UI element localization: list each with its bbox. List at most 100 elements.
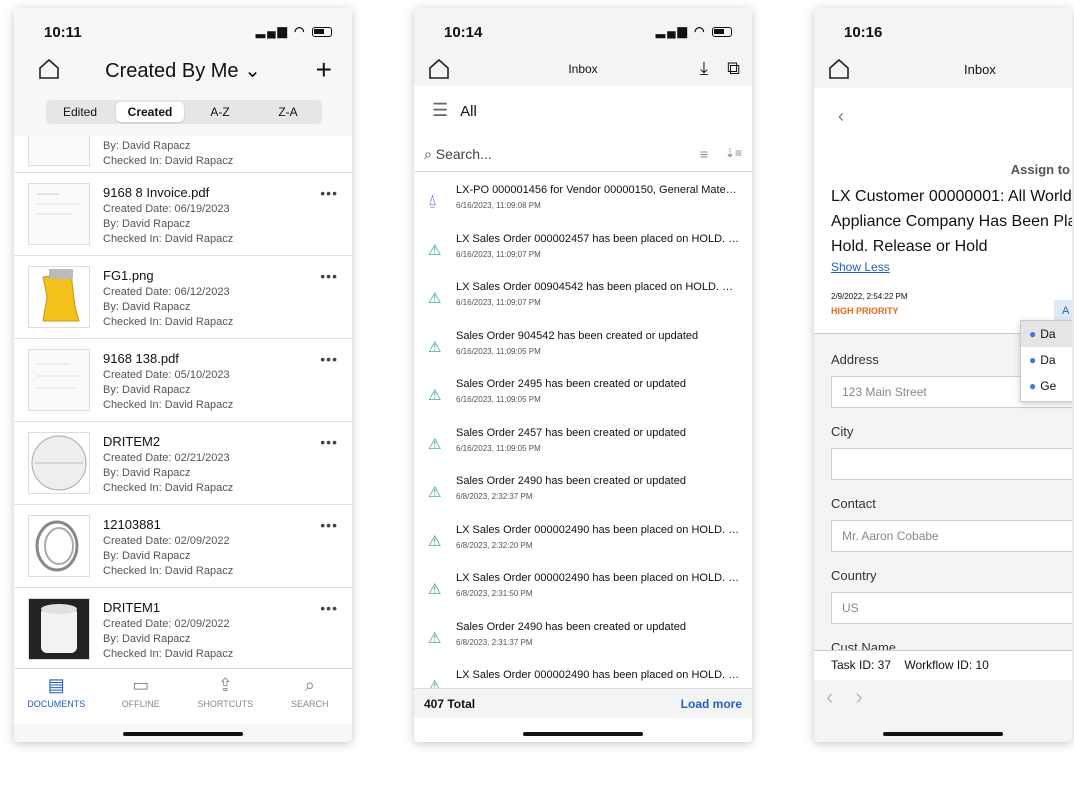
- document-thumbnail: [28, 266, 90, 328]
- search-bar[interactable]: ⌕ Search... ≡ ⇣≡: [414, 142, 752, 172]
- country-field[interactable]: US: [831, 592, 1072, 624]
- document-thumbnail: [28, 136, 90, 166]
- inbox-item-date: 6/16/2023, 11:09:08 PM: [456, 201, 541, 210]
- search-icon: ⌕: [424, 146, 432, 162]
- list-item[interactable]: 9168 138.pdf Created Date: 05/10/2023 By:…: [14, 339, 352, 422]
- dropdown-option[interactable]: ● Da: [1021, 347, 1072, 373]
- tab-label: SEARCH: [290, 699, 329, 709]
- option-label: Ge: [1040, 379, 1057, 393]
- back-icon[interactable]: ‹: [838, 106, 844, 127]
- document-thumbnail: [28, 515, 90, 577]
- inbox-list[interactable]: ⍙ LX-PO 000001456 for Vendor 00000150, Ge…: [414, 176, 752, 688]
- inbox-item[interactable]: ⚠ Sales Order 2495 has been created or up…: [414, 370, 752, 419]
- inbox-body: ☰ All ⌕ Search... ≡ ⇣≡ ⍙ LX-PO 000001456 f…: [414, 86, 752, 742]
- segment-a-z[interactable]: A-Z: [186, 100, 254, 124]
- inbox-item[interactable]: ⚠ Sales Order 904542 has been created or …: [414, 322, 752, 371]
- page-title[interactable]: Created By Me ⌄: [14, 58, 352, 83]
- document-name: DRITEM2: [103, 434, 161, 449]
- city-field[interactable]: [831, 448, 1072, 480]
- inbox-item[interactable]: ⚠ LX Sales Order 000002457 has been place…: [414, 225, 752, 274]
- dropdown-option[interactable]: ● Da: [1021, 321, 1072, 347]
- more-icon[interactable]: •••: [320, 600, 338, 616]
- list-item[interactable]: By: David Rapacz Checked In: David Rapac…: [14, 136, 352, 173]
- task-subject: LX Customer 00000001: All World Applianc…: [831, 184, 1072, 259]
- tab-offline[interactable]: ▭ OFFLINE: [99, 669, 184, 724]
- list-item[interactable]: FG1.png Created Date: 06/12/2023 By: Davi…: [14, 256, 352, 339]
- sort-icon[interactable]: ⇣≡: [725, 146, 742, 160]
- segment-created[interactable]: Created: [116, 102, 184, 122]
- task-summary: ‹ Assign to LX Customer 00000001: All Wo…: [814, 88, 1072, 334]
- warning-icon: ⚠: [428, 338, 442, 356]
- list-item[interactable]: DRITEM1 Created Date: 02/09/2022 By: Davi…: [14, 588, 352, 668]
- tab-search[interactable]: ⌕ SEARCH: [268, 669, 353, 724]
- document-thumbnail: [28, 598, 90, 660]
- document-created: Created Date: 02/21/2023: [103, 452, 230, 464]
- warning-icon: ⚠: [428, 290, 442, 307]
- more-icon[interactable]: •••: [320, 185, 338, 201]
- search-placeholder: Search...: [435, 146, 492, 162]
- filter-row[interactable]: ☰ All: [432, 100, 477, 121]
- document-author: By: David Rapacz: [103, 633, 191, 645]
- search-icon: ⌕: [304, 675, 315, 695]
- load-more-button[interactable]: Load more: [681, 697, 742, 711]
- inbox-item-title: Sales Order 2457 has been created or upd…: [456, 426, 686, 439]
- tab-label: OFFLINE: [121, 699, 160, 709]
- assignee-dropdown[interactable]: ● Da ● Da ● Ge: [1020, 320, 1072, 402]
- copy-icon[interactable]: ⧉: [727, 58, 740, 79]
- inbox-item-date: 6/8/2023, 2:31:50 PM: [456, 589, 533, 598]
- status-time: 10:16: [844, 24, 883, 41]
- inbox-item[interactable]: ⚠ LX Sales Order 00904542 has been placed…: [414, 273, 752, 322]
- filter-icon[interactable]: ≡: [700, 146, 708, 162]
- document-icon: ▤: [47, 675, 65, 695]
- inbox-item[interactable]: ⚠ Sales Order 2457 has been created or up…: [414, 419, 752, 468]
- sort-segmented-control: Edited Created A-Z Z-A: [46, 100, 322, 124]
- more-icon[interactable]: •••: [320, 517, 338, 533]
- user-icon: ●: [1029, 353, 1037, 367]
- previous-icon[interactable]: ‹: [826, 684, 855, 709]
- tab-documents[interactable]: ▤ DOCUMENTS: [14, 669, 99, 724]
- battery-icon: [712, 26, 732, 37]
- more-icon[interactable]: •••: [320, 268, 338, 284]
- inbox-item-title: LX Sales Order 000002490 has been placed…: [456, 523, 740, 536]
- inbox-item-date: 6/16/2023, 11:09:05 PM: [456, 395, 541, 404]
- inbox-item[interactable]: ⚠ LX Sales Order 000002490 has been place…: [414, 564, 752, 613]
- list-item[interactable]: 12103881 Created Date: 02/09/2022 By: Dav…: [14, 505, 352, 588]
- task-id: Task ID: 37: [831, 658, 892, 672]
- search-field[interactable]: ⌕ Search...: [424, 146, 492, 163]
- inbox-item[interactable]: ⚠ LX Sales Order 000002490 has been place…: [414, 661, 752, 688]
- contact-field[interactable]: Mr. Aaron Cobabe: [831, 520, 1072, 552]
- more-icon[interactable]: •••: [320, 351, 338, 367]
- home-icon[interactable]: [828, 58, 850, 80]
- document-author: By: David Rapacz: [103, 301, 191, 313]
- tab-shortcuts[interactable]: ⇪ SHORTCUTS: [183, 669, 268, 724]
- list-footer: 407 Total Load more: [414, 688, 752, 718]
- warning-icon: ⚠: [428, 581, 442, 598]
- battery-icon: [312, 26, 332, 37]
- show-less-link[interactable]: Show Less: [831, 260, 890, 274]
- inbox-item[interactable]: ⚠ Sales Order 2490 has been created or up…: [414, 613, 752, 662]
- document-created: Created Date: 06/19/2023: [103, 203, 230, 215]
- add-icon[interactable]: +: [316, 54, 332, 86]
- more-icon[interactable]: •••: [320, 434, 338, 450]
- menu-icon[interactable]: ☰: [432, 100, 448, 120]
- document-meta: By: David Rapacz Checked In: David Rapac…: [103, 139, 233, 169]
- list-item[interactable]: DRITEM2 Created Date: 02/21/2023 By: Davi…: [14, 422, 352, 505]
- document-list[interactable]: By: David Rapacz Checked In: David Rapac…: [14, 136, 352, 668]
- inbox-item-title: LX Sales Order 000002457 has been placed…: [456, 232, 740, 245]
- document-name: 9168 8 Invoice.pdf: [103, 185, 210, 200]
- document-checked-in: Checked In: David Rapacz: [103, 648, 234, 660]
- list-item[interactable]: 9168 8 Invoice.pdf Created Date: 06/19/2…: [14, 173, 352, 256]
- download-icon[interactable]: ⤓: [700, 58, 708, 79]
- inbox-item-date: 6/8/2023, 2:32:20 PM: [456, 540, 533, 550]
- segment-edited[interactable]: Edited: [46, 100, 114, 124]
- next-icon[interactable]: ›: [855, 684, 884, 709]
- segment-z-a[interactable]: Z-A: [254, 100, 322, 124]
- document-created: Created Date: 02/09/2022: [103, 535, 230, 547]
- inbox-item[interactable]: ⍙ LX-PO 000001456 for Vendor 00000150, Ge…: [414, 176, 752, 225]
- inbox-item[interactable]: ⚠ LX Sales Order 000002490 has been place…: [414, 516, 752, 565]
- document-name: 12103881: [103, 517, 161, 532]
- document-thumbnail: [28, 432, 90, 494]
- inbox-item-date: 6/16/2023, 11:09:05 PM: [456, 346, 541, 356]
- dropdown-option[interactable]: ● Ge: [1021, 373, 1072, 399]
- inbox-item[interactable]: ⚠ Sales Order 2490 has been created or up…: [414, 467, 752, 516]
